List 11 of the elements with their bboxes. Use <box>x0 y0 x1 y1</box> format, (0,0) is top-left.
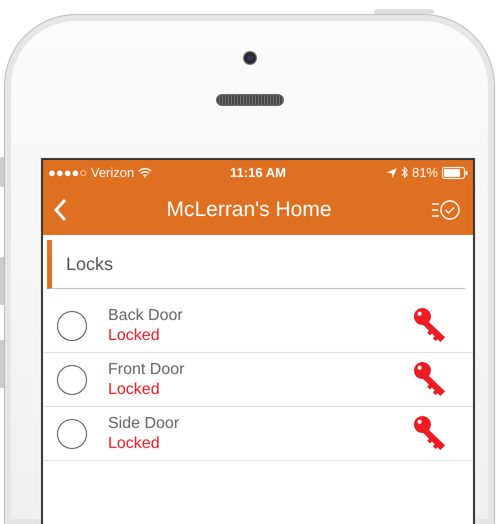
carrier-label: ●●●●○ Verizon <box>48 165 134 180</box>
screen-title: McLerran's Home <box>166 198 332 222</box>
lock-status: Locked <box>108 326 161 346</box>
lock-status: Locked <box>108 380 161 400</box>
battery-percent: 81% <box>412 165 438 180</box>
lock-name: Side Door <box>108 414 180 434</box>
lock-name: Front Door <box>108 360 186 380</box>
section-title: Locks <box>66 254 114 274</box>
lock-status: Locked <box>108 434 161 454</box>
clock-time: 11:16 AM <box>230 165 286 180</box>
lock-name: Back Door <box>108 306 184 326</box>
